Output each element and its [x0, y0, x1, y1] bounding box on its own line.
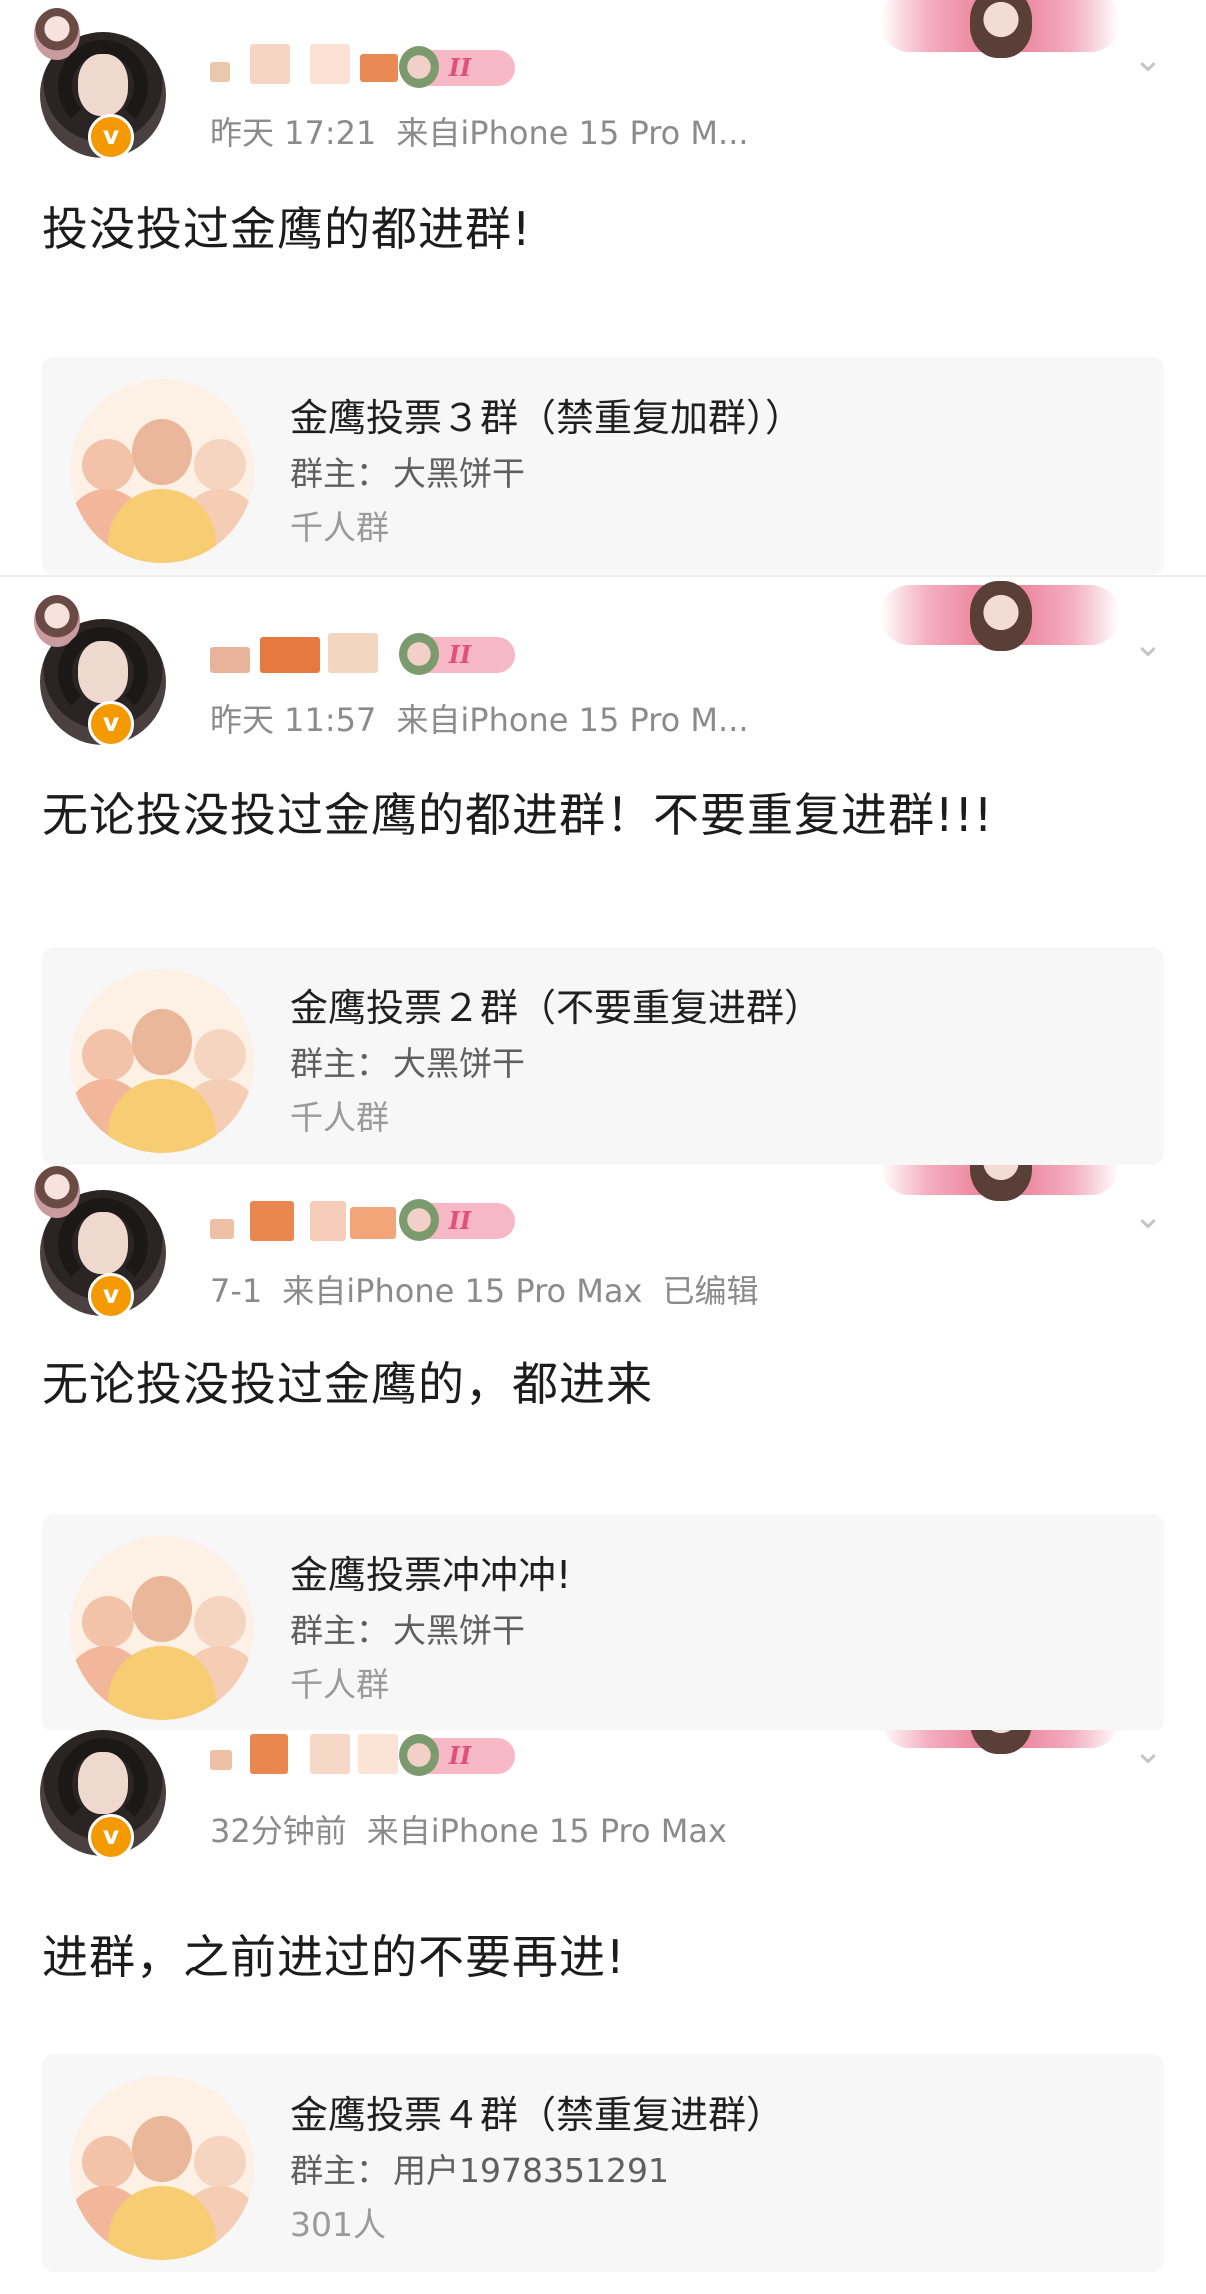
group-owner: 群主： 用户1978351291	[290, 2144, 669, 2192]
group-chat-card[interactable]: 金鹰投票４群（禁重复进群） 群主： 用户1978351291 301人	[42, 2054, 1164, 2272]
post-time: 昨天 17:21	[210, 114, 377, 152]
group-chat-icon	[70, 379, 254, 563]
group-owner-label: 群主：	[290, 454, 389, 493]
group-chat-card[interactable]: 金鹰投票３群（禁重复加群）） 群主： 大黑饼干 千人群	[42, 357, 1164, 575]
group-chat-icon	[70, 1536, 254, 1720]
weibo-post: v II ⌄ 昨天 11:57 来自iPhone 15 Pro M... 无论投没…	[0, 577, 1206, 1165]
post-source[interactable]: 来自iPhone 15 Pro Max	[282, 1272, 642, 1310]
post-time: 7-1	[210, 1272, 263, 1310]
post-meta: 7-1 来自iPhone 15 Pro Max 已编辑	[210, 1266, 778, 1312]
group-owner: 群主： 大黑饼干	[290, 447, 525, 495]
group-chat-card[interactable]: 金鹰投票２群（不要重复进群） 群主： 大黑饼干 千人群	[42, 947, 1164, 1165]
verified-badge-icon: v	[88, 114, 134, 160]
fan-level-badge[interactable]: II	[399, 46, 515, 88]
group-title: 金鹰投票４群（禁重复进群）	[290, 2093, 785, 2137]
profile-banner-decoration	[880, 581, 1120, 651]
post-text: 进群，之前进过的不要再进!	[42, 1930, 626, 1984]
badge-level-text: II	[448, 1741, 472, 1770]
fan-level-badge-icon	[399, 1199, 439, 1241]
group-owner-name: 用户1978351291	[393, 2151, 669, 2190]
fan-level-badge-icon	[399, 46, 439, 88]
username-redacted[interactable]	[210, 1734, 400, 1778]
group-owner-name: 大黑饼干	[393, 454, 525, 493]
badge-level-text: II	[448, 53, 472, 82]
fan-level-badge-icon	[399, 1734, 439, 1776]
profile-banner-decoration	[880, 1165, 1120, 1201]
post-text: 无论投没投过金鹰的都进群！不要重复进群!!!	[42, 788, 994, 842]
group-chat-card[interactable]: 金鹰投票冲冲冲! 群主： 大黑饼干 千人群	[42, 1514, 1164, 1730]
username-redacted[interactable]	[210, 633, 400, 677]
fan-level-badge[interactable]: II	[399, 1734, 515, 1776]
post-meta: 32分钟前 来自iPhone 15 Pro Max	[210, 1806, 747, 1852]
verified-badge-icon: v	[88, 1814, 134, 1860]
post-source[interactable]: 来自iPhone 15 Pro M...	[396, 114, 748, 152]
group-owner: 群主： 大黑饼干	[290, 1604, 525, 1652]
group-owner-name: 大黑饼干	[393, 1611, 525, 1650]
post-source[interactable]: 来自iPhone 15 Pro Max	[367, 1812, 727, 1850]
post-time: 昨天 11:57	[210, 701, 377, 739]
fan-level-badge[interactable]: II	[399, 1199, 515, 1241]
post-text: 无论投没投过金鹰的，都进来	[42, 1357, 653, 1411]
badge-level-text: II	[448, 640, 472, 669]
chevron-down-icon[interactable]: ⌄	[1128, 1732, 1168, 1772]
post-meta: 昨天 11:57 来自iPhone 15 Pro M...	[210, 695, 769, 741]
username-redacted[interactable]	[210, 1201, 400, 1245]
verified-badge-icon: v	[88, 1273, 134, 1319]
group-member-count: 千人群	[290, 1098, 389, 1137]
post-source[interactable]: 来自iPhone 15 Pro M...	[396, 701, 748, 739]
profile-banner-decoration	[880, 1730, 1120, 1754]
post-edited-label: 已编辑	[662, 1272, 759, 1310]
group-title: 金鹰投票２群（不要重复进群）	[290, 986, 823, 1030]
group-owner: 群主： 大黑饼干	[290, 1037, 525, 1085]
verified-badge-icon: v	[88, 701, 134, 747]
group-title: 金鹰投票３群（禁重复加群））	[290, 396, 804, 440]
group-member-count: 千人群	[290, 1665, 389, 1704]
group-owner-label: 群主：	[290, 1611, 389, 1650]
group-title: 金鹰投票冲冲冲!	[290, 1553, 572, 1597]
group-owner-label: 群主：	[290, 2151, 389, 2190]
group-owner-name: 大黑饼干	[393, 1044, 525, 1083]
weibo-post: v II ⌄ 7-1 来自iPhone 15 Pro Max 已编辑 无论投没投过金…	[0, 1165, 1206, 1730]
group-chat-icon	[70, 969, 254, 1153]
chevron-down-icon[interactable]: ⌄	[1128, 40, 1168, 80]
chevron-down-icon[interactable]: ⌄	[1128, 625, 1168, 665]
fan-level-badge-icon	[399, 633, 439, 675]
fan-level-badge[interactable]: II	[399, 633, 515, 675]
weibo-post: v II ⌄ 昨天 17:21 来自iPhone 15 Pro M... 投没投过…	[0, 0, 1206, 575]
profile-banner-decoration	[880, 0, 1120, 58]
post-text: 投没投过金鹰的都进群!	[42, 202, 532, 256]
group-member-count: 301人	[290, 2205, 386, 2244]
group-chat-icon	[70, 2076, 254, 2260]
post-time: 32分钟前	[210, 1812, 347, 1850]
badge-level-text: II	[448, 1206, 472, 1235]
weibo-post: v II ⌄ 32分钟前 来自iPhone 15 Pro Max 进群，之前进过的…	[0, 1730, 1206, 2294]
post-meta: 昨天 17:21 来自iPhone 15 Pro M...	[210, 108, 769, 154]
username-redacted[interactable]	[210, 44, 400, 88]
chevron-down-icon[interactable]: ⌄	[1128, 1197, 1168, 1237]
group-owner-label: 群主：	[290, 1044, 389, 1083]
group-member-count: 千人群	[290, 508, 389, 547]
